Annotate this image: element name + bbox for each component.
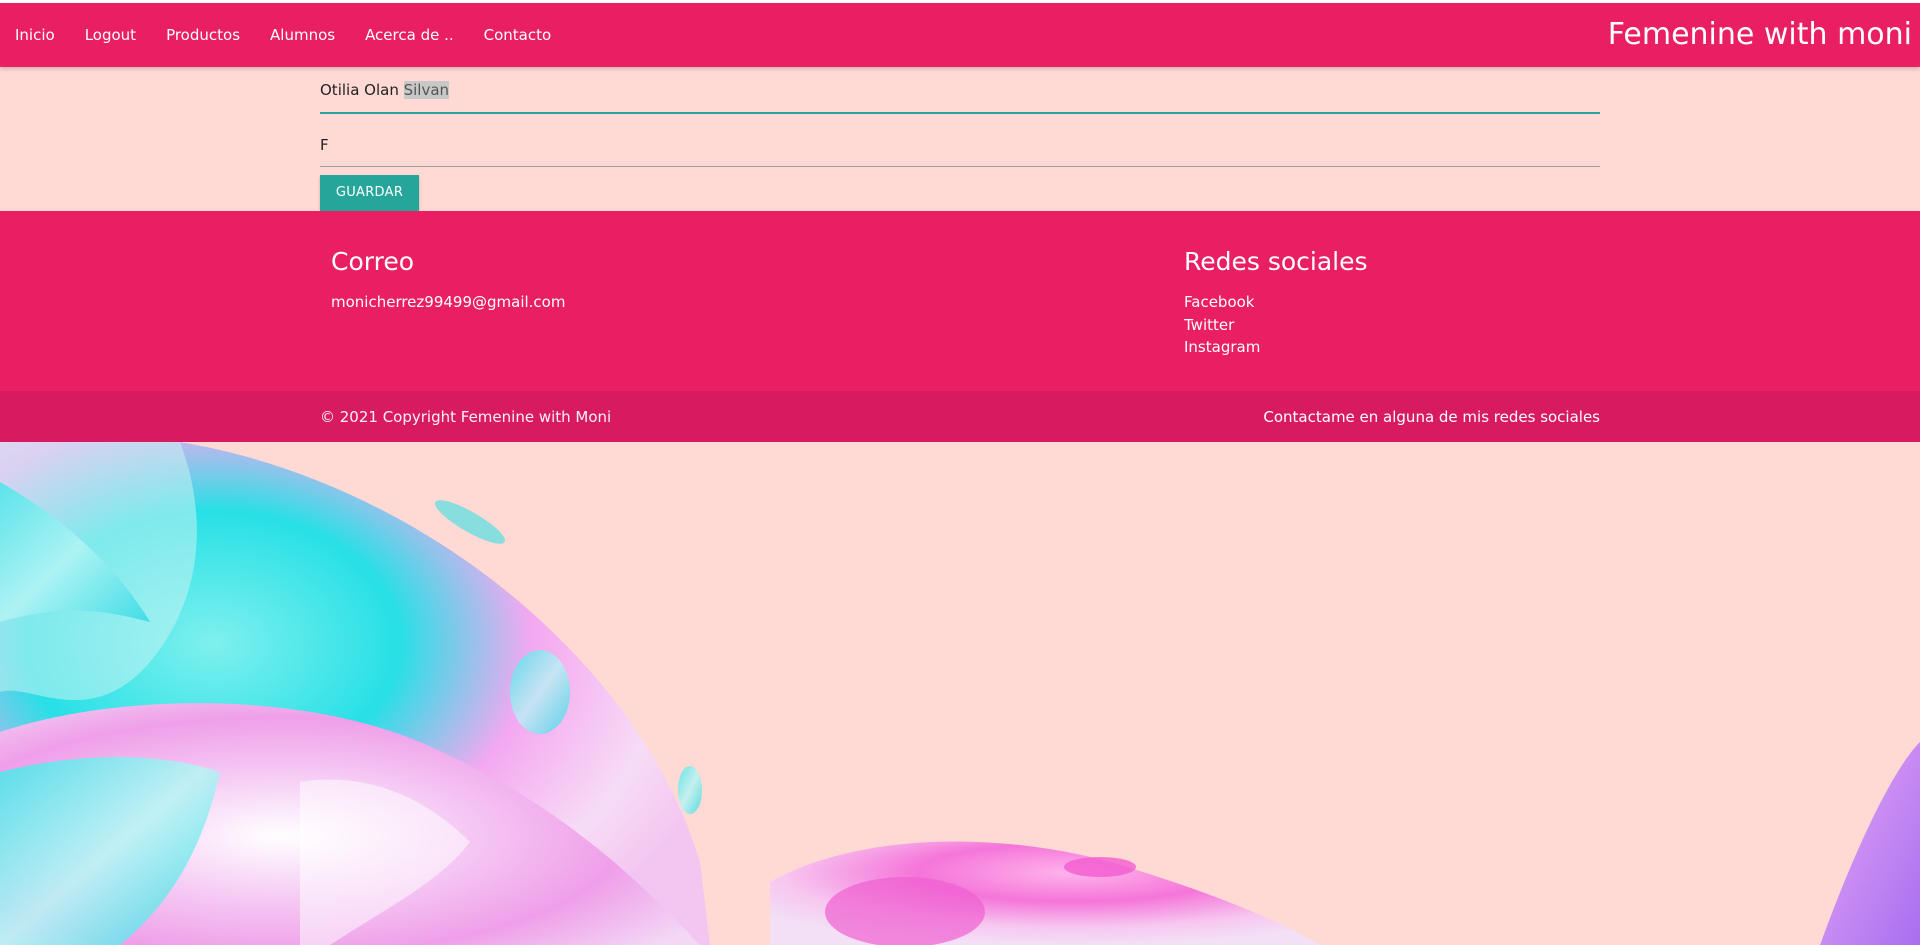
footer-email-title: Correo xyxy=(331,247,414,276)
page-footer: Correo monicherrez99499@gmail.com Redes … xyxy=(0,211,1920,391)
contact-note: Contactame en alguna de mis redes social… xyxy=(1263,408,1600,426)
save-button[interactable]: GUARDAR xyxy=(320,175,419,211)
background-bubbles-image xyxy=(0,442,1920,945)
nav-link-inicio[interactable]: Inicio xyxy=(0,3,70,67)
gender-input-text: F xyxy=(320,136,329,154)
name-input-text: Otilia Olan xyxy=(320,81,404,99)
nav-link-alumnos[interactable]: Alumnos xyxy=(255,3,350,67)
nav-link-logout[interactable]: Logout xyxy=(70,3,151,67)
social-link-instagram[interactable]: Instagram xyxy=(1184,336,1368,359)
social-link-twitter[interactable]: Twitter xyxy=(1184,314,1368,337)
footer-email-address: monicherrez99499@gmail.com xyxy=(331,293,566,311)
footer-email-section: Correo monicherrez99499@gmail.com xyxy=(331,247,565,313)
nav-links: Inicio Logout Productos Alumnos Acerca d… xyxy=(0,3,566,67)
name-input-selection: Silvan xyxy=(403,81,450,99)
footer-social-title: Redes sociales xyxy=(1184,247,1368,276)
footer-social-section: Redes sociales Facebook Twitter Instagra… xyxy=(1184,247,1368,359)
nav-link-contacto[interactable]: Contacto xyxy=(469,3,567,67)
copyright-bar: © 2021 Copyright Femenine with Moni Cont… xyxy=(0,391,1920,442)
nav-link-acerca[interactable]: Acerca de .. xyxy=(350,3,469,67)
name-input[interactable]: Otilia Olan Silvan xyxy=(320,79,1600,114)
gender-input[interactable]: F xyxy=(320,134,1600,167)
copyright-text: © 2021 Copyright Femenine with Moni xyxy=(320,408,612,426)
social-link-facebook[interactable]: Facebook xyxy=(1184,291,1368,314)
brand-logo[interactable]: Femenine with moni xyxy=(1608,3,1912,67)
navbar: Inicio Logout Productos Alumnos Acerca d… xyxy=(0,3,1920,67)
nav-link-productos[interactable]: Productos xyxy=(151,3,255,67)
